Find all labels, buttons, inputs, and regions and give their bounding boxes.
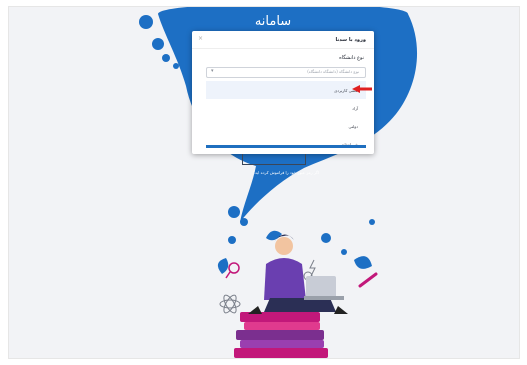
option-label: غیر انتفاعی xyxy=(338,142,358,147)
book xyxy=(244,322,320,330)
decor-circle xyxy=(228,236,236,244)
decor-circle xyxy=(321,233,331,243)
decor-circle xyxy=(152,38,164,50)
decor-circle xyxy=(228,206,240,218)
login-modal: × ورود با سدنا نوع دانشگاه ▾ نوع دانشگاه… xyxy=(192,31,374,154)
book xyxy=(240,312,320,322)
dropdown-option[interactable]: آزاد xyxy=(206,99,366,117)
leaf-decor xyxy=(266,230,282,241)
decor-circle xyxy=(162,54,170,62)
blue-cloud-shape xyxy=(158,6,418,222)
modal-title: ورود با سدنا xyxy=(335,37,366,43)
decor-circle xyxy=(240,218,248,226)
dropdown-option[interactable]: دولتی xyxy=(206,117,366,135)
input-outline xyxy=(242,154,306,165)
book xyxy=(236,330,324,340)
background-illustration xyxy=(139,6,418,358)
dropdown-options: علمی کاربردی آزاد دولتی غیر انتفاعی xyxy=(206,81,366,153)
chain-icon xyxy=(358,272,378,288)
book xyxy=(234,348,328,358)
leaf-decor xyxy=(354,256,372,269)
chevron-down-icon: ▾ xyxy=(211,68,214,74)
university-type-select[interactable]: ▾ نوع دانشگاه (دانشگاه دانشگاه) xyxy=(206,67,366,78)
university-type-label: نوع دانشگاه xyxy=(339,55,364,61)
magnifier-icon xyxy=(228,262,240,274)
screen: سامانه × ورود با سدنا نوع دانشگاه ▾ نوع … xyxy=(8,6,520,359)
dropdown-scroll-bar xyxy=(206,145,366,148)
option-label: آزاد xyxy=(352,106,358,111)
red-arrow-icon xyxy=(352,85,372,93)
option-label: علمی کاربردی xyxy=(334,88,358,93)
decor-circle xyxy=(341,249,347,255)
close-icon[interactable]: × xyxy=(198,35,203,42)
bolt-icon xyxy=(309,259,316,277)
app-title: سامانه xyxy=(254,14,292,29)
orbit-icon xyxy=(303,271,313,281)
dropdown-option[interactable]: علمی کاربردی xyxy=(206,81,366,99)
forgot-password-link[interactable]: اگر رمز عبور خود را فراموش کرده اید؟ xyxy=(246,170,326,175)
option-label: دولتی xyxy=(348,124,358,129)
decor-circle xyxy=(173,63,179,69)
atom-icon xyxy=(219,294,241,314)
divider xyxy=(192,48,374,49)
leaf-decor xyxy=(217,258,229,274)
decor-circle xyxy=(369,219,375,225)
decor-circle xyxy=(139,15,153,29)
student-illustration xyxy=(248,234,348,314)
dropdown-option[interactable]: غیر انتفاعی xyxy=(206,135,366,153)
book xyxy=(240,340,324,348)
select-placeholder: نوع دانشگاه (دانشگاه دانشگاه) xyxy=(307,69,359,74)
